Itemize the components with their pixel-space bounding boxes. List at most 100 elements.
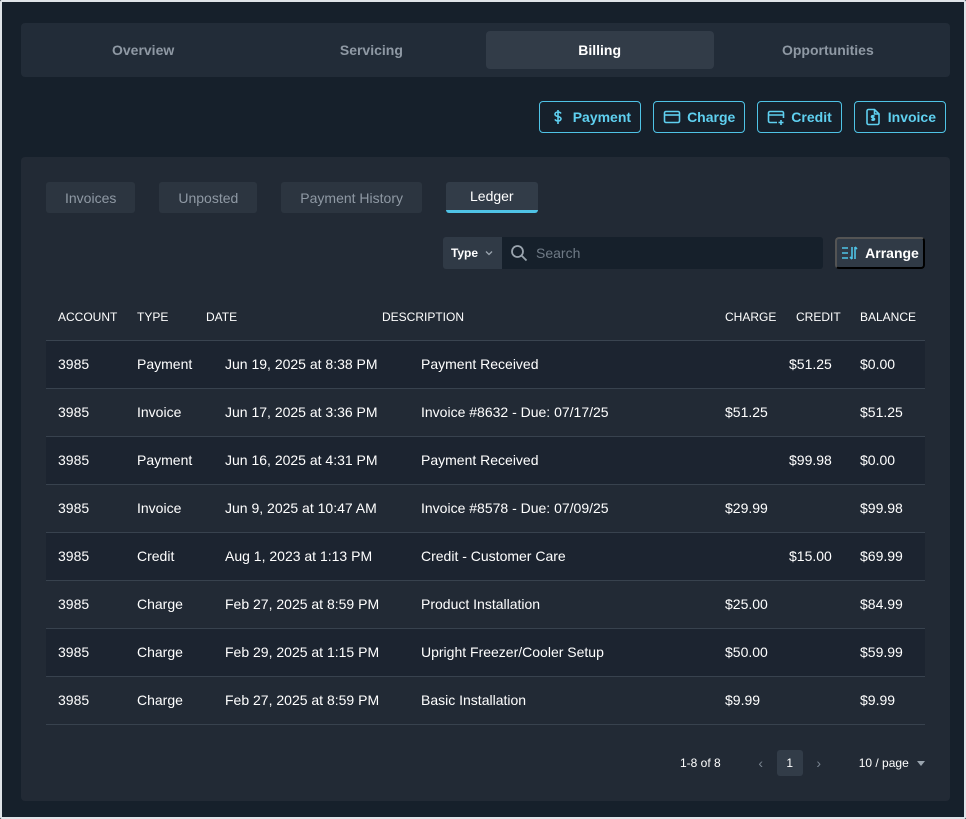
cell-date: Jun 17, 2025 at 3:36 PM (225, 404, 378, 420)
cell-charge: $51.25 (725, 404, 768, 420)
payment-button[interactable]: Payment (538, 101, 642, 133)
ledger-panel: Invoices Unposted Payment History Ledger… (21, 157, 950, 801)
credit-card-icon (663, 110, 681, 124)
header-account[interactable]: ACCOUNT (58, 310, 117, 324)
page-number-button[interactable]: 1 (776, 750, 803, 776)
cell-balance: $51.25 (860, 404, 903, 420)
tab-billing[interactable]: Billing (485, 31, 714, 69)
prev-page-icon[interactable]: ‹ (749, 751, 773, 775)
app-frame: Overview Servicing Billing Opportunities… (0, 0, 966, 819)
cell-date: Jun 9, 2025 at 10:47 AM (225, 500, 377, 516)
cell-account: 3985 (58, 500, 90, 516)
cell-description: Invoice #8578 - Due: 07/09/25 (421, 500, 609, 516)
cell-description: Basic Installation (421, 692, 527, 708)
credit-button[interactable]: Credit (757, 101, 842, 133)
cell-description: Payment Received (421, 452, 539, 468)
header-credit[interactable]: CREDIT (796, 310, 841, 324)
cell-account: 3985 (58, 596, 90, 612)
cell-type: Invoice (137, 500, 182, 516)
cell-description: Invoice #8632 - Due: 07/17/25 (421, 404, 609, 420)
card-plus-icon (767, 110, 785, 125)
document-dollar-icon (865, 108, 880, 126)
subtab-payment-history[interactable]: Payment History (281, 182, 422, 213)
cell-account: 3985 (58, 404, 90, 420)
cell-description: Product Installation (421, 596, 541, 612)
subtab-ledger[interactable]: Ledger (446, 182, 538, 213)
cell-account: 3985 (58, 548, 90, 564)
cell-credit: $51.25 (789, 356, 832, 372)
cell-date: Jun 16, 2025 at 4:31 PM (225, 452, 378, 468)
top-tab-bar: Overview Servicing Billing Opportunities (21, 23, 950, 77)
cell-date: Feb 29, 2025 at 1:15 PM (225, 644, 380, 660)
cell-balance: $99.98 (860, 500, 903, 516)
cell-credit: $99.98 (789, 452, 832, 468)
cell-type: Credit (137, 548, 175, 564)
cell-charge: $29.99 (725, 500, 768, 516)
charge-button-label: Charge (687, 109, 736, 125)
ledger-table: ACCOUNT TYPE DATE DESCRIPTION CHARGE CRE… (46, 293, 925, 725)
next-page-icon[interactable]: › (807, 751, 831, 775)
cell-account: 3985 (58, 452, 90, 468)
charge-button[interactable]: Charge (653, 101, 746, 133)
cell-date: Aug 1, 2023 at 1:13 PM (225, 548, 373, 564)
table-header: ACCOUNT TYPE DATE DESCRIPTION CHARGE CRE… (46, 293, 925, 341)
payment-button-label: Payment (572, 109, 632, 125)
type-filter-label: Type (450, 246, 479, 260)
tab-opportunities[interactable]: Opportunities (714, 31, 942, 69)
header-type[interactable]: TYPE (137, 310, 168, 324)
search-box (502, 237, 823, 269)
arrange-button[interactable]: Arrange (835, 237, 925, 269)
invoice-button[interactable]: Invoice (853, 101, 946, 133)
table-row[interactable]: 3985 Payment Jun 19, 2025 at 8:38 PM Pay… (46, 341, 925, 389)
caret-down-icon (916, 760, 925, 766)
page-size-select[interactable]: 10 / page (859, 756, 925, 770)
cell-type: Payment (137, 452, 193, 468)
cell-account: 3985 (58, 692, 90, 708)
cell-account: 3985 (58, 356, 90, 372)
billing-actions: Payment Charge Credit Invoice (538, 101, 946, 133)
cell-balance: $0.00 (860, 356, 896, 372)
header-description[interactable]: DESCRIPTION (382, 310, 464, 324)
dollar-icon (553, 110, 562, 124)
header-charge[interactable]: CHARGE (725, 310, 776, 324)
table-row[interactable]: 3985 Invoice Jun 17, 2025 at 3:36 PM Inv… (46, 389, 925, 437)
tab-overview[interactable]: Overview (29, 31, 257, 69)
table-row[interactable]: 3985 Payment Jun 16, 2025 at 4:31 PM Pay… (46, 437, 925, 485)
cell-charge: $25.00 (725, 596, 768, 612)
invoice-button-label: Invoice (887, 109, 936, 125)
cell-description: Payment Received (421, 356, 539, 372)
cell-date: Jun 19, 2025 at 8:38 PM (225, 356, 378, 372)
cell-description: Credit - Customer Care (421, 548, 566, 564)
chevron-down-icon (485, 251, 493, 256)
cell-account: 3985 (58, 644, 90, 660)
cell-balance: $69.99 (860, 548, 903, 564)
subtab-invoices[interactable]: Invoices (46, 182, 136, 213)
billing-sub-tabs: Invoices Unposted Payment History Ledger (46, 182, 538, 213)
sort-icon (842, 246, 858, 260)
header-balance[interactable]: BALANCE (860, 310, 916, 324)
cell-balance: $59.99 (860, 644, 903, 660)
table-row[interactable]: 3985 Invoice Jun 9, 2025 at 10:47 AM Inv… (46, 485, 925, 533)
cell-type: Charge (137, 644, 183, 660)
cell-balance: $84.99 (860, 596, 903, 612)
table-row[interactable]: 3985 Charge Feb 29, 2025 at 1:15 PM Upri… (46, 629, 925, 677)
pagination: 1-8 of 8 ‹ 1 › 10 / page (680, 750, 925, 776)
header-date[interactable]: DATE (206, 310, 237, 324)
ledger-filter: Type (443, 237, 823, 269)
search-input[interactable] (536, 245, 806, 261)
table-row[interactable]: 3985 Charge Feb 27, 2025 at 8:59 PM Basi… (46, 677, 925, 725)
pagination-range: 1-8 of 8 (680, 756, 721, 770)
cell-charge: $50.00 (725, 644, 768, 660)
tab-servicing[interactable]: Servicing (257, 31, 485, 69)
cell-balance: $9.99 (860, 692, 896, 708)
type-filter-dropdown[interactable]: Type (443, 237, 502, 269)
cell-type: Charge (137, 596, 183, 612)
cell-type: Payment (137, 356, 193, 372)
table-row[interactable]: 3985 Credit Aug 1, 2023 at 1:13 PM Credi… (46, 533, 925, 581)
credit-button-label: Credit (791, 109, 832, 125)
cell-description: Upright Freezer/Cooler Setup (421, 644, 604, 660)
cell-balance: $0.00 (860, 452, 896, 468)
subtab-unposted[interactable]: Unposted (159, 182, 258, 213)
table-row[interactable]: 3985 Charge Feb 27, 2025 at 8:59 PM Prod… (46, 581, 925, 629)
cell-date: Feb 27, 2025 at 8:59 PM (225, 596, 380, 612)
